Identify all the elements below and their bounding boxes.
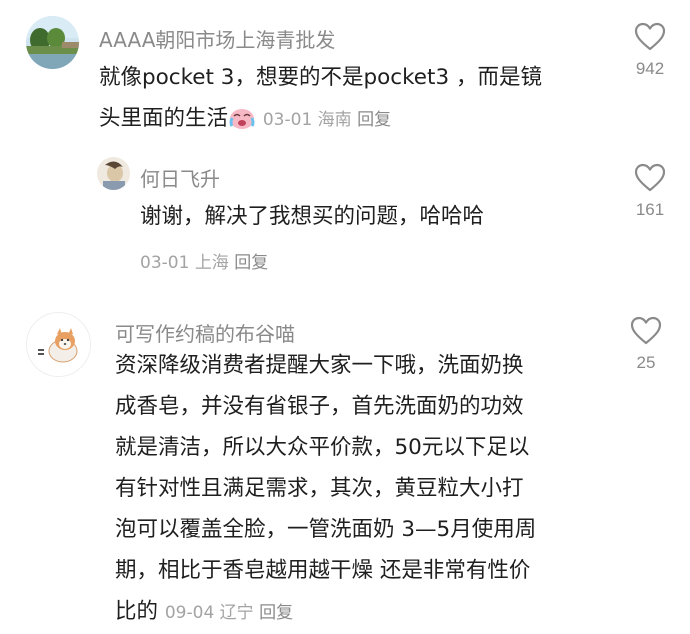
heart-icon <box>634 163 666 192</box>
comment-meta: 03-01 海南 回复 <box>263 110 391 130</box>
comment-location: 辽宁 <box>219 603 254 623</box>
comment-meta: 09-04 辽宁 回复 <box>165 603 293 623</box>
reply-location: 上海 <box>194 253 229 273</box>
comment-text: 就像pocket 3，想要的不是pocket3 ，而是镜 头里面的生活 03-0… <box>99 57 599 144</box>
reply-date: 03-01 <box>140 253 190 273</box>
comment-date: 09-04 <box>164 603 215 623</box>
heart-icon <box>634 22 666 51</box>
reply-button[interactable]: 回复 <box>259 603 293 623</box>
heart-icon <box>630 316 662 345</box>
avatar[interactable] <box>26 312 91 377</box>
reply-text: 谢谢，解决了我想买的问题，哈哈哈 <box>140 204 485 229</box>
like-count: 25 <box>636 353 656 372</box>
avatar[interactable] <box>97 157 130 190</box>
reply-button[interactable]: 回复 <box>234 253 268 273</box>
like-button[interactable]: 25 <box>616 316 676 373</box>
like-count: 161 <box>635 200 665 219</box>
crying-face-emoji-icon <box>228 103 256 144</box>
like-button[interactable]: 161 <box>620 163 680 220</box>
reply-button[interactable]: 回复 <box>357 110 391 130</box>
comment-location: 海南 <box>317 110 352 130</box>
username[interactable]: AAAA朝阳市场上海青批发 <box>99 24 335 53</box>
comment-date: 03-01 <box>262 110 313 130</box>
reply-meta: 03-01 上海 回复 <box>140 248 268 273</box>
like-count: 942 <box>635 59 665 78</box>
like-button[interactable]: 942 <box>620 22 680 79</box>
username[interactable]: 何日飞升 <box>140 163 220 192</box>
comment-text: 资深降级消费者提醒大家一下哦，洗面奶换 成香皂，并没有省银子，首先洗面奶的功效 … <box>115 345 605 634</box>
comment-body: 资深降级消费者提醒大家一下哦，洗面奶换 成香皂，并没有省银子，首先洗面奶的功效 … <box>115 353 537 624</box>
username[interactable]: 可写作约稿的布谷喵 <box>115 318 295 347</box>
avatar[interactable] <box>26 16 79 69</box>
